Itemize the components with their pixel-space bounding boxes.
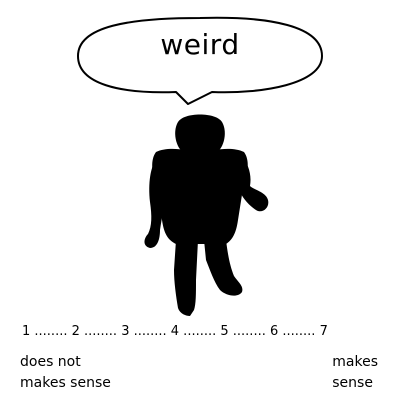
scale-left-label: does not makes sense [20,352,111,394]
scale-left-label-line2: makes sense [20,375,111,391]
scale-right-label-line2: sense [332,375,373,391]
rating-scale: 1 ........ 2 ........ 3 ........ 4 .....… [22,324,328,339]
scale-right-label: makes sense [332,352,378,394]
scale-left-label-line1: does not [20,354,81,370]
bubble-word: weird [160,28,240,61]
robot-silhouette-icon [144,114,269,316]
scale-right-label-line1: makes [332,354,378,370]
